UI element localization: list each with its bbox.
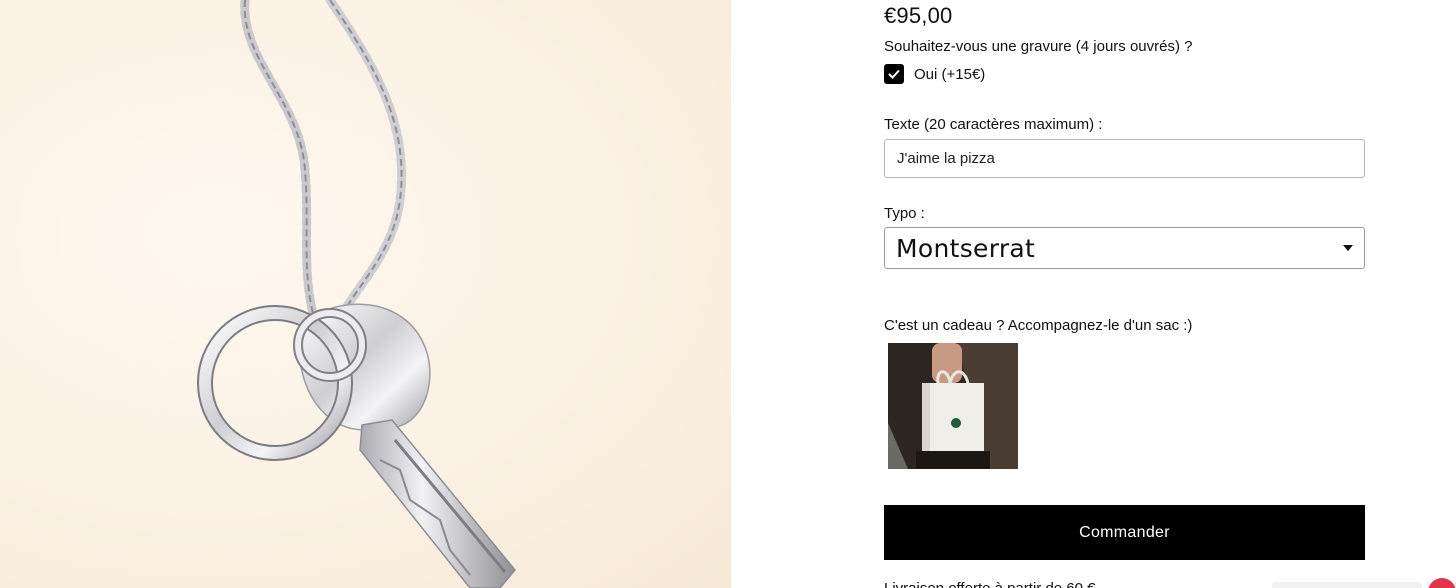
engraving-question: Souhaitez-vous une gravure (4 jours ouvr… bbox=[884, 38, 1193, 55]
gift-bag-image bbox=[888, 343, 1018, 469]
font-select[interactable]: Montserrat bbox=[884, 227, 1365, 269]
order-button[interactable]: Commander bbox=[884, 505, 1365, 560]
product-image bbox=[0, 0, 731, 588]
product-price: €95,00 bbox=[884, 3, 953, 28]
checkmark-icon bbox=[888, 69, 900, 79]
product-options-panel: €95,00 Souhaitez-vous une gravure (4 jou… bbox=[884, 0, 1365, 588]
gift-prompt: C'est un cadeau ? Accompagnez-le d'un sa… bbox=[884, 317, 1193, 334]
engraving-checkbox[interactable] bbox=[884, 64, 904, 84]
keychain-illustration bbox=[197, 0, 516, 588]
font-label: Typo : bbox=[884, 205, 925, 222]
gift-bag-thumbnail[interactable] bbox=[888, 343, 1018, 469]
font-select-value: Montserrat bbox=[896, 233, 1036, 263]
chat-bar[interactable] bbox=[1272, 582, 1422, 588]
engraving-text-label: Texte (20 caractères maximum) : bbox=[884, 116, 1103, 133]
shipping-note: Livraison offerte à partir de 60 € bbox=[884, 580, 1096, 588]
engraving-option[interactable]: Oui (+15€) bbox=[884, 63, 985, 85]
chat-widget-icon[interactable] bbox=[1428, 578, 1456, 588]
engraving-option-label: Oui (+15€) bbox=[914, 65, 986, 83]
engraving-text-input[interactable] bbox=[884, 139, 1365, 178]
caret-down-icon bbox=[1343, 245, 1353, 251]
